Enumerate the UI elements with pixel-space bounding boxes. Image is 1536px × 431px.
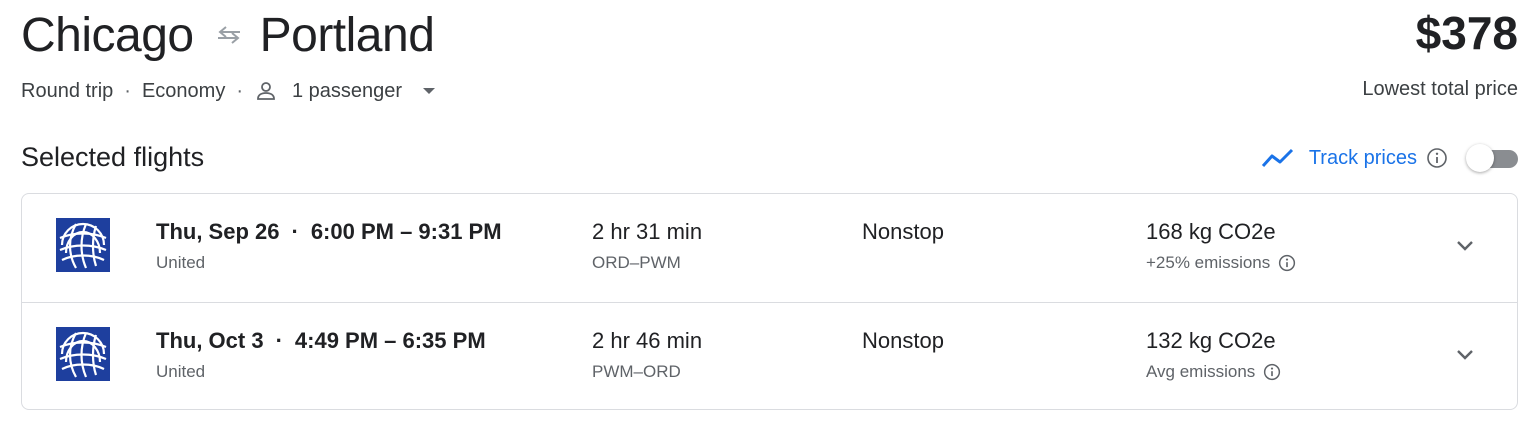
stops-col: Nonstop (862, 327, 944, 355)
flight-datetime: Thu, Oct 3 · 4:49 PM – 6:35 PM (156, 327, 486, 355)
airline-name: United (156, 253, 206, 272)
separator-dot: · (291, 219, 299, 244)
track-prices-label[interactable]: Track prices (1309, 147, 1417, 170)
trend-line-icon (1261, 148, 1293, 168)
emissions-value: 168 kg CO2e (1146, 219, 1276, 244)
total-price: $378 (1415, 7, 1518, 59)
flight-datetime: Thu, Sep 26 · 6:00 PM – 9:31 PM (156, 218, 502, 246)
emissions-value: 132 kg CO2e (1146, 328, 1276, 353)
emissions-col: 132 kg CO2e Avg emissions (1146, 327, 1281, 383)
origin-city: Chicago (21, 8, 194, 62)
info-icon[interactable] (1263, 363, 1281, 381)
person-icon (257, 82, 275, 100)
trip-type: Round trip (21, 79, 114, 102)
trip-header: Chicago Portland $378 Lowest total price… (21, 0, 1518, 120)
flight-route: ORD–PWM (592, 253, 681, 272)
cabin-class: Economy (141, 79, 226, 102)
toggle-knob (1466, 144, 1494, 172)
emissions-note: +25% emissions (1146, 253, 1271, 272)
selected-flights-header: Selected flights Track prices (21, 136, 1518, 180)
united-logo (56, 218, 110, 272)
flight-row[interactable]: Thu, Oct 3 · 4:49 PM – 6:35 PM United 2 hr… (22, 302, 1517, 411)
flight-stops: Nonstop (862, 219, 944, 244)
swap-arrows-icon (217, 26, 240, 44)
trip-options: Round trip · Economy · 1 passenger (21, 76, 436, 106)
chevron-down-icon[interactable] (1453, 343, 1477, 367)
united-logo (56, 327, 110, 381)
price-caption: Lowest total price (1362, 78, 1518, 100)
flight-date: Thu, Oct 3 (156, 328, 264, 353)
track-prices: Track prices (1261, 142, 1518, 174)
chevron-down-icon[interactable] (1453, 234, 1477, 258)
emissions-col: 168 kg CO2e +25% emissions (1146, 218, 1296, 274)
flight-times: 4:49 PM – 6:35 PM (294, 328, 486, 353)
separator-dot: · (236, 79, 243, 102)
info-icon[interactable] (1278, 254, 1296, 272)
duration-col: 2 hr 46 min PWM–ORD (592, 327, 702, 383)
flights-list: Thu, Sep 26 · 6:00 PM – 9:31 PM United 2 h… (21, 193, 1518, 410)
emissions-note: Avg emissions (1146, 362, 1256, 381)
route-title: Chicago Portland (21, 6, 435, 64)
emissions-note-row: Avg emissions (1146, 361, 1281, 383)
flight-time-col: Thu, Sep 26 · 6:00 PM – 9:31 PM United (156, 218, 502, 274)
flight-duration: 2 hr 31 min (592, 219, 703, 244)
info-icon[interactable] (1426, 147, 1448, 169)
flight-times: 6:00 PM – 9:31 PM (310, 219, 502, 244)
flight-time-col: Thu, Oct 3 · 4:49 PM – 6:35 PM United (156, 327, 486, 383)
flight-duration: 2 hr 46 min (592, 328, 703, 353)
flight-date: Thu, Sep 26 (156, 219, 280, 244)
destination-city: Portland (259, 8, 435, 62)
flight-row[interactable]: Thu, Sep 26 · 6:00 PM – 9:31 PM United 2 h… (22, 194, 1517, 302)
separator-dot: · (275, 328, 283, 353)
passenger-selector[interactable]: 1 passenger (254, 79, 436, 103)
separator-dot: · (124, 79, 131, 102)
caret-down-icon (423, 88, 436, 94)
emissions-note-row: +25% emissions (1146, 252, 1296, 274)
airline-name: United (156, 362, 206, 381)
flight-route: PWM–ORD (592, 362, 681, 381)
track-prices-toggle[interactable] (1466, 144, 1518, 172)
section-title: Selected flights (21, 142, 205, 172)
passenger-count: 1 passenger (292, 79, 403, 102)
flight-stops: Nonstop (862, 328, 944, 353)
duration-col: 2 hr 31 min ORD–PWM (592, 218, 702, 274)
stops-col: Nonstop (862, 218, 944, 246)
